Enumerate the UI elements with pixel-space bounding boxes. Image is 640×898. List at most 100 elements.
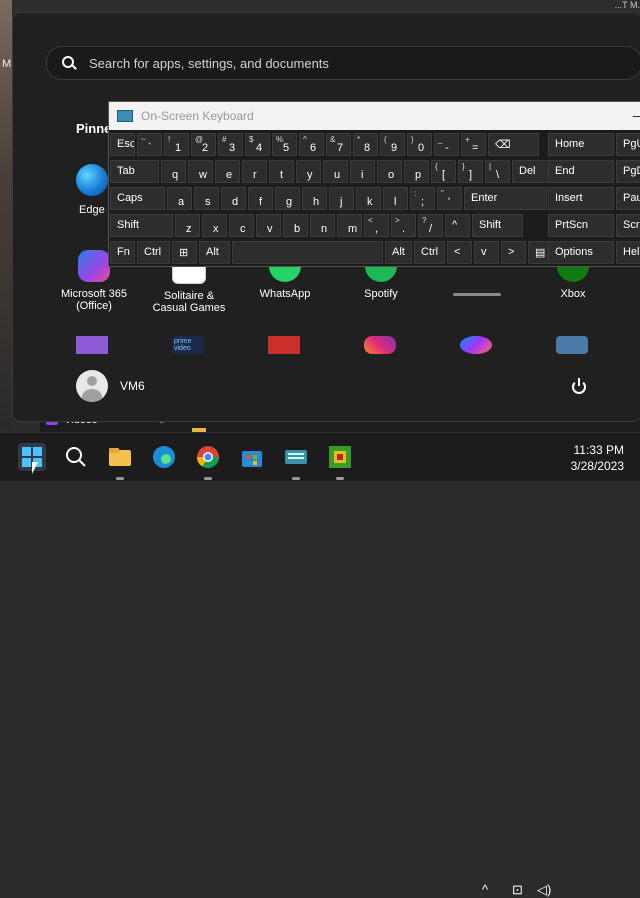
user-account[interactable]: VM6 — [76, 370, 145, 402]
osk-key-r[interactable]: r — [242, 160, 267, 183]
prime-video-icon[interactable]: prime video — [172, 336, 204, 354]
osk-key-n[interactable]: n — [310, 214, 335, 237]
osk-key-Alt[interactable]: Alt — [199, 241, 230, 264]
power-icon[interactable] — [571, 378, 587, 394]
taskbar-search-button[interactable] — [62, 443, 90, 471]
osk-nav-key-pau[interactable]: Pau — [616, 187, 640, 210]
osk-key-Esc[interactable]: Esc — [110, 133, 135, 156]
osk-key-6[interactable]: ^ 6 — [299, 133, 324, 156]
volume-icon[interactable]: ◁) — [537, 882, 551, 898]
osk-key-m[interactable]: m — [337, 214, 362, 237]
osk-key-7[interactable]: & 7 — [326, 133, 351, 156]
osk-key-q[interactable]: q — [161, 160, 186, 183]
osk-key-Ctrl[interactable]: Ctrl — [414, 241, 445, 264]
osk-key-c[interactable]: c — [229, 214, 254, 237]
osk-key-[interactable]: <, — [364, 214, 389, 237]
osk-key-j[interactable]: j — [329, 187, 354, 210]
store-taskbar-button[interactable] — [238, 443, 266, 471]
osk-key-[interactable]: _ - — [434, 133, 459, 156]
pinned-page-indicator[interactable] — [453, 293, 501, 296]
edge-taskbar-button[interactable] — [150, 443, 178, 471]
osk-key-u[interactable]: u — [323, 160, 348, 183]
file-explorer-button[interactable] — [106, 443, 134, 471]
osk-key-d[interactable]: d — [221, 187, 246, 210]
tray-overflow-chevron[interactable]: ^ — [482, 882, 488, 897]
osk-key-1[interactable]: ! 1 — [164, 133, 189, 156]
osk-nav-key-options[interactable]: Options — [548, 241, 614, 264]
osk-key-g[interactable]: g — [275, 187, 300, 210]
osk-nav-key-help[interactable]: Help — [616, 241, 640, 264]
osk-key-[interactable]: < — [447, 241, 472, 264]
osk-key-[interactable]: ^ — [445, 214, 470, 237]
osk-key-4[interactable]: $4 — [245, 133, 270, 156]
osk-key-Enter[interactable]: Enter — [464, 187, 547, 210]
osk-key-Alt[interactable]: Alt — [385, 241, 412, 264]
osk-key-h[interactable]: h — [302, 187, 327, 210]
osk-key-2[interactable]: @2 — [191, 133, 216, 156]
osk-key-a[interactable]: a — [167, 187, 192, 210]
osk-key-[interactable]: ~ ` — [137, 133, 162, 156]
osk-key-0[interactable]: ) 0 — [407, 133, 432, 156]
osk-key-[interactable]: }] — [458, 160, 483, 183]
calculator-icon[interactable] — [556, 336, 588, 354]
osk-key-Ctrl[interactable]: Ctrl — [137, 241, 170, 264]
network-icon[interactable]: ⊡ — [512, 882, 523, 898]
osk-key-space[interactable] — [232, 241, 383, 264]
osk-title-bar[interactable]: On-Screen Keyboard — [109, 102, 640, 130]
osk-nav-key-pgu[interactable]: PgU — [616, 133, 640, 156]
osk-taskbar-button[interactable] — [282, 443, 310, 471]
osk-key-[interactable]: :; — [410, 187, 435, 210]
osk-key-[interactable]: ? / — [418, 214, 443, 237]
chrome-taskbar-button[interactable] — [194, 443, 222, 471]
osk-key-w[interactable]: w — [188, 160, 213, 183]
taskbar-clock[interactable]: 11:33 PM 3/28/2023 — [571, 442, 624, 474]
osk-key-s[interactable]: s — [194, 187, 219, 210]
instagram-icon[interactable] — [364, 336, 396, 354]
osk-key-[interactable]: ⊞ — [172, 241, 197, 264]
osk-key-[interactable]: {[ — [431, 160, 456, 183]
osk-nav-key-home[interactable]: Home — [548, 133, 614, 156]
osk-nav-key-scrl[interactable]: Scrl — [616, 214, 640, 237]
osk-key-k[interactable]: k — [356, 187, 381, 210]
messenger-icon[interactable] — [460, 336, 492, 354]
osk-key-v[interactable]: v — [474, 241, 499, 264]
osk-key-Shift[interactable]: Shift — [472, 214, 523, 237]
osk-key-8[interactable]: * 8 — [353, 133, 378, 156]
app-label-edge[interactable]: Edge — [79, 204, 105, 216]
osk-nav-key-insert[interactable]: Insert — [548, 187, 614, 210]
osk-key-o[interactable]: o — [377, 160, 402, 183]
osk-key-[interactable]: ⌫ — [488, 133, 539, 156]
osk-key-Tab[interactable]: Tab — [110, 160, 159, 183]
edge-icon[interactable] — [76, 164, 108, 196]
osk-nav-key-pgd[interactable]: PgD — [616, 160, 640, 183]
osk-key-3[interactable]: #3 — [218, 133, 243, 156]
osk-key-y[interactable]: y — [296, 160, 321, 183]
osk-key-[interactable]: | \ — [485, 160, 510, 183]
osk-key-e[interactable]: e — [215, 160, 240, 183]
osk-nav-key-prtscn[interactable]: PrtScn — [548, 214, 614, 237]
osk-nav-key-end[interactable]: End — [548, 160, 614, 183]
osk-key-9[interactable]: (9 — [380, 133, 405, 156]
osk-key-Del[interactable]: Del — [512, 160, 551, 183]
espn-icon[interactable] — [268, 336, 300, 354]
osk-key-z[interactable]: z — [175, 214, 200, 237]
start-search-box[interactable]: Search for apps, settings, and documents — [46, 46, 640, 80]
osk-key-[interactable]: + = — [461, 133, 486, 156]
osk-key-b[interactable]: b — [283, 214, 308, 237]
osk-key-f[interactable]: f — [248, 187, 273, 210]
osk-key-l[interactable]: l — [383, 187, 408, 210]
minimize-button[interactable] — [633, 116, 640, 117]
osk-key-[interactable]: >. — [391, 214, 416, 237]
osk-key-v[interactable]: v — [256, 214, 281, 237]
osk-key-[interactable]: > — [501, 241, 526, 264]
osk-key-i[interactable]: i — [350, 160, 375, 183]
osk-key-[interactable]: " ' — [437, 187, 462, 210]
osk-key-5[interactable]: % 5 — [272, 133, 297, 156]
osk-key-Fn[interactable]: Fn — [110, 241, 135, 264]
clipchamp-icon[interactable] — [76, 336, 108, 354]
osk-key-x[interactable]: x — [202, 214, 227, 237]
game-taskbar-button[interactable] — [326, 443, 354, 471]
osk-key-t[interactable]: t — [269, 160, 294, 183]
osk-key-Caps[interactable]: Caps — [110, 187, 165, 210]
osk-key-p[interactable]: p — [404, 160, 429, 183]
